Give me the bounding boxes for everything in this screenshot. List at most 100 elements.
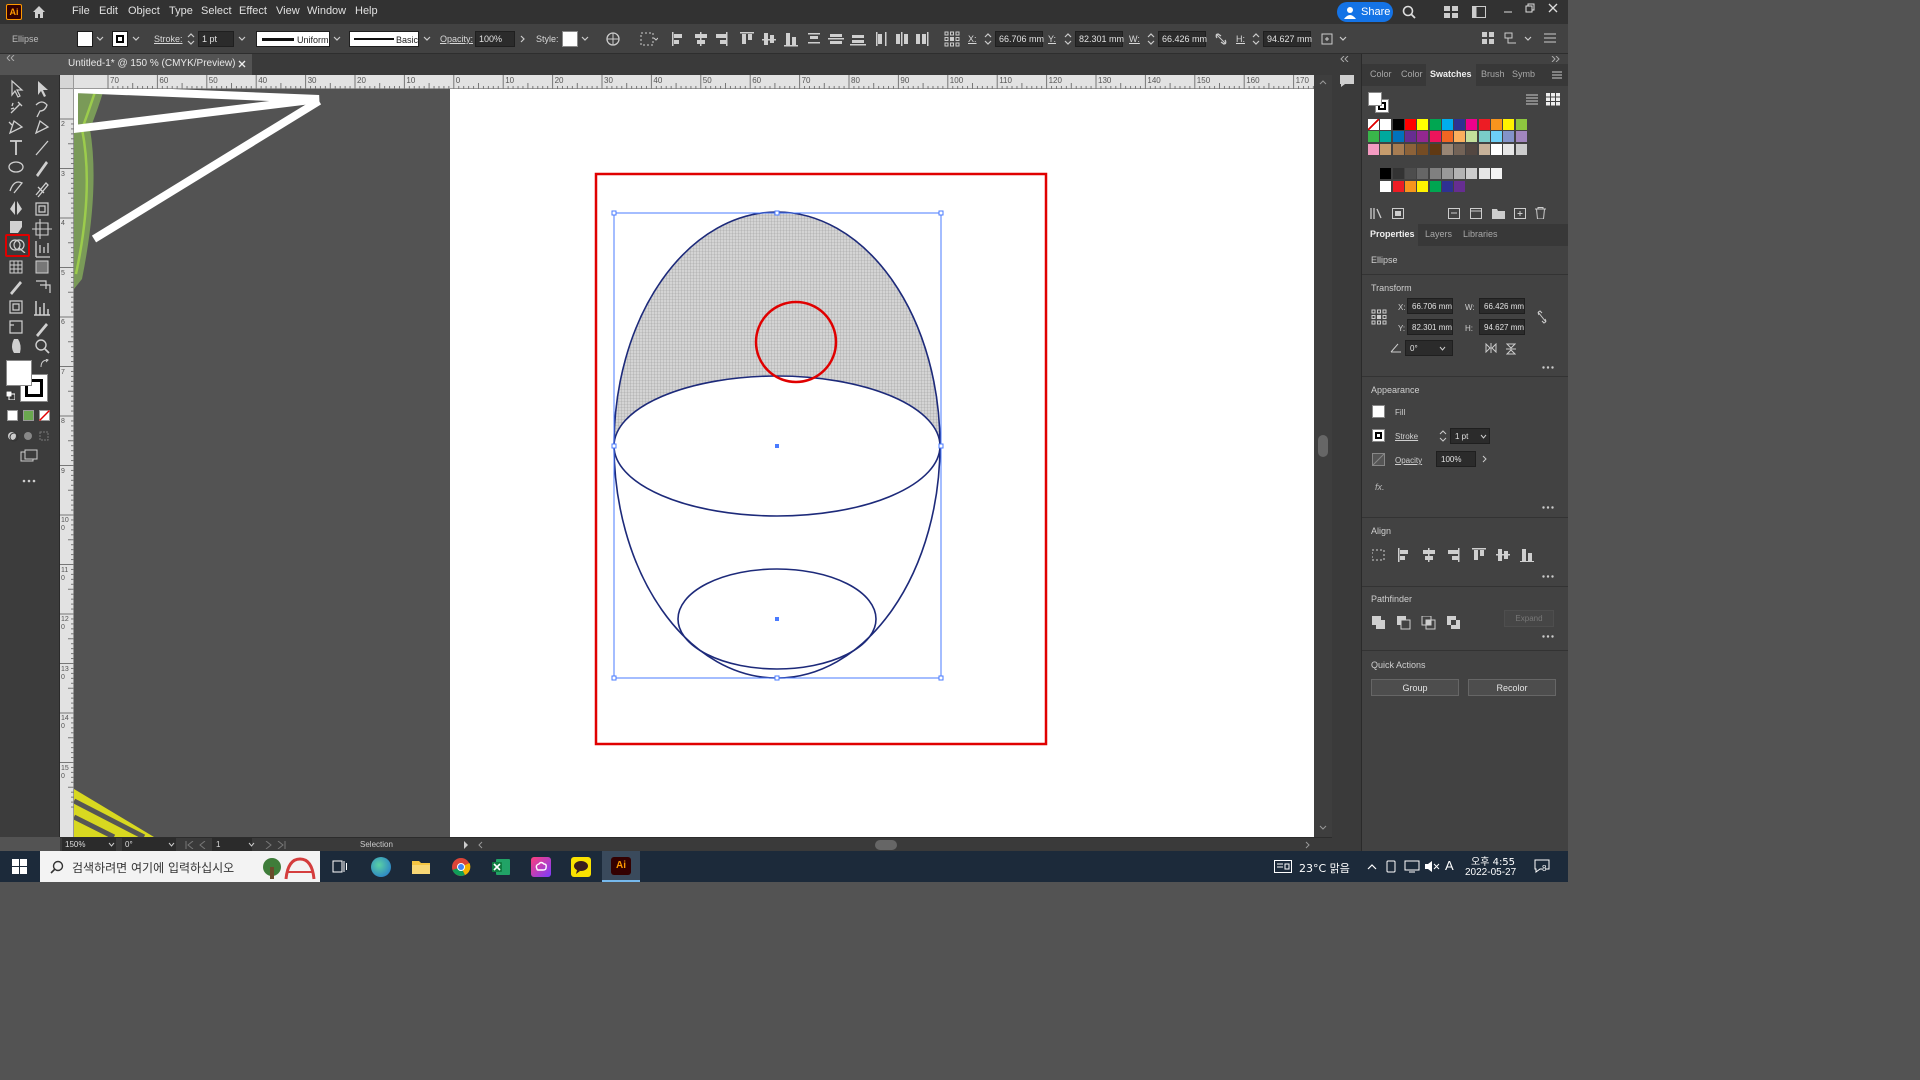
notification-center-button[interactable]: 8 bbox=[1534, 859, 1552, 875]
list-view-icon[interactable] bbox=[1526, 94, 1538, 105]
clock-time[interactable]: 오후 4:55 bbox=[1471, 853, 1515, 868]
color-swatch[interactable] bbox=[1368, 131, 1379, 143]
profile-dropdown-icon[interactable] bbox=[333, 36, 341, 42]
swatch-fill-indicator[interactable] bbox=[1368, 92, 1382, 106]
reference-point-icon[interactable] bbox=[944, 31, 960, 47]
brush-definition-select[interactable]: Basic bbox=[349, 31, 419, 47]
stroke-weight-input[interactable]: 1 pt bbox=[198, 31, 234, 47]
transform-reference-point-icon[interactable] bbox=[1371, 309, 1387, 325]
scroll-down-icon[interactable] bbox=[1319, 825, 1327, 830]
tab-libraries[interactable]: Libraries bbox=[1463, 229, 1498, 239]
bright-swatch[interactable] bbox=[1454, 180, 1466, 192]
gray-swatch[interactable] bbox=[1404, 168, 1416, 180]
close-tab-icon[interactable] bbox=[238, 60, 246, 68]
h-label[interactable]: H: bbox=[1236, 34, 1245, 44]
stroke-stepper-icon[interactable] bbox=[187, 32, 195, 46]
taskbar-search-box[interactable]: 검색하려면 여기에 입력하십시오 bbox=[40, 851, 320, 882]
color-swatch[interactable] bbox=[1503, 143, 1515, 155]
color-swatch[interactable] bbox=[1392, 119, 1404, 130]
menu-select[interactable]: Select bbox=[201, 5, 232, 17]
gradient-mode-button[interactable] bbox=[23, 410, 34, 421]
fill-swatch-large[interactable] bbox=[6, 360, 32, 386]
color-swatch[interactable] bbox=[1515, 143, 1527, 155]
flip-horizontal-icon[interactable] bbox=[1485, 343, 1497, 353]
tab-brushes[interactable]: Brush bbox=[1481, 69, 1505, 79]
brush-dropdown-icon[interactable] bbox=[423, 36, 431, 42]
color-swatch[interactable] bbox=[1491, 131, 1502, 143]
color-swatch[interactable] bbox=[1404, 143, 1416, 155]
color-swatch[interactable] bbox=[1466, 143, 1478, 155]
artboard-number-input[interactable]: 1 bbox=[212, 838, 252, 851]
panel-dock-collapse-icon[interactable] bbox=[1548, 56, 1560, 62]
drawing-modes-icon[interactable] bbox=[6, 430, 52, 442]
swatch-options-icon[interactable] bbox=[1448, 208, 1460, 219]
color-mode-button[interactable] bbox=[7, 410, 18, 421]
control-panel-menu-icon[interactable] bbox=[1544, 33, 1556, 43]
tab-symbols[interactable]: Symb bbox=[1512, 69, 1535, 79]
constrain-proportions-icon[interactable] bbox=[1214, 32, 1228, 46]
height-input[interactable]: 94.627 mm bbox=[1263, 31, 1312, 47]
stroke-dropdown-icon[interactable] bbox=[132, 36, 140, 42]
color-swatch[interactable] bbox=[1429, 143, 1441, 155]
appearance-stroke-stepper-icon[interactable] bbox=[1439, 429, 1447, 443]
color-swatch[interactable] bbox=[1466, 131, 1478, 143]
appearance-stroke-label[interactable]: Stroke bbox=[1395, 432, 1418, 441]
color-swatch[interactable] bbox=[1429, 119, 1441, 130]
appearance-stroke-dropdown-icon[interactable] bbox=[1480, 434, 1487, 439]
swatch-libraries-icon[interactable] bbox=[1370, 208, 1384, 219]
add-effect-label[interactable]: fx. bbox=[1375, 482, 1385, 492]
opacity-input[interactable]: 100% bbox=[475, 31, 515, 47]
color-swatch[interactable] bbox=[1478, 131, 1490, 143]
vertical-ruler[interactable]: 2 3 4 5 6 7 8 9 100 110 120 130 140 150 bbox=[60, 89, 74, 837]
horizontal-ruler[interactable]: 70 60 50 40 30 20 10 0 10 20 30 40 50 60 70 80 90 100 110 1… bbox=[74, 75, 1332, 89]
stroke-color-swatch[interactable] bbox=[112, 31, 128, 47]
rotate-angle-icon[interactable] bbox=[1390, 343, 1402, 353]
stroke-label[interactable]: Stroke: bbox=[154, 34, 183, 44]
arrange-documents-icon[interactable] bbox=[1472, 6, 1486, 18]
excel-icon[interactable] bbox=[491, 857, 511, 877]
shape-builder-tool-highlight[interactable] bbox=[5, 234, 30, 257]
isolate-mode-icon[interactable] bbox=[1482, 32, 1494, 44]
fill-color-swatch[interactable] bbox=[77, 31, 93, 47]
gray-swatch[interactable] bbox=[1429, 168, 1441, 180]
color-swatch[interactable] bbox=[1478, 119, 1490, 130]
bright-swatch[interactable] bbox=[1417, 180, 1429, 192]
new-color-group-icon[interactable] bbox=[1470, 208, 1482, 219]
bright-swatch[interactable] bbox=[1380, 180, 1392, 192]
menu-view[interactable]: View bbox=[276, 5, 300, 17]
x-position-input[interactable]: 66.706 mm bbox=[995, 31, 1044, 47]
menu-type[interactable]: Type bbox=[169, 5, 193, 17]
artboard-nav-next-last-icon[interactable] bbox=[262, 841, 286, 849]
gray-swatch[interactable] bbox=[1441, 168, 1453, 180]
canvas[interactable] bbox=[74, 89, 1314, 837]
grid-view-icon[interactable] bbox=[1546, 93, 1560, 106]
menu-object[interactable]: Object bbox=[128, 5, 160, 17]
align-more-options-icon[interactable] bbox=[1542, 575, 1554, 578]
x-stepper-icon[interactable] bbox=[984, 32, 992, 46]
tab-color-1[interactable]: Color bbox=[1370, 69, 1392, 79]
artwork[interactable] bbox=[450, 89, 1314, 837]
swatch-none[interactable] bbox=[1368, 119, 1379, 130]
appearance-fill-swatch[interactable] bbox=[1372, 405, 1385, 418]
scroll-up-icon[interactable] bbox=[1319, 80, 1327, 85]
scroll-right-icon[interactable] bbox=[1305, 841, 1310, 849]
align-to-selection-icon[interactable] bbox=[640, 32, 658, 46]
fill-dropdown-icon[interactable] bbox=[96, 36, 104, 42]
vertical-scrollbar[interactable] bbox=[1314, 75, 1332, 837]
color-swatch[interactable] bbox=[1441, 143, 1453, 155]
color-swatch[interactable] bbox=[1404, 131, 1416, 143]
arrange-icon[interactable] bbox=[1504, 32, 1518, 44]
share-button[interactable]: Share bbox=[1337, 2, 1393, 22]
new-swatch-icon[interactable] bbox=[1514, 208, 1526, 219]
swatch-grid[interactable] bbox=[1368, 119, 1558, 197]
gray-swatch[interactable] bbox=[1466, 168, 1478, 180]
menu-help[interactable]: Help bbox=[355, 5, 378, 17]
screen-mode-icon[interactable] bbox=[20, 449, 38, 463]
color-swatch[interactable] bbox=[1454, 143, 1466, 155]
gray-swatch[interactable] bbox=[1491, 168, 1502, 180]
tab-swatches[interactable]: Swatches bbox=[1430, 69, 1472, 79]
menu-window[interactable]: Window bbox=[307, 5, 346, 17]
gray-swatch[interactable] bbox=[1380, 168, 1392, 180]
ruler-origin[interactable] bbox=[60, 75, 74, 89]
prop-h-input[interactable]: 94.627 mm bbox=[1479, 319, 1525, 335]
